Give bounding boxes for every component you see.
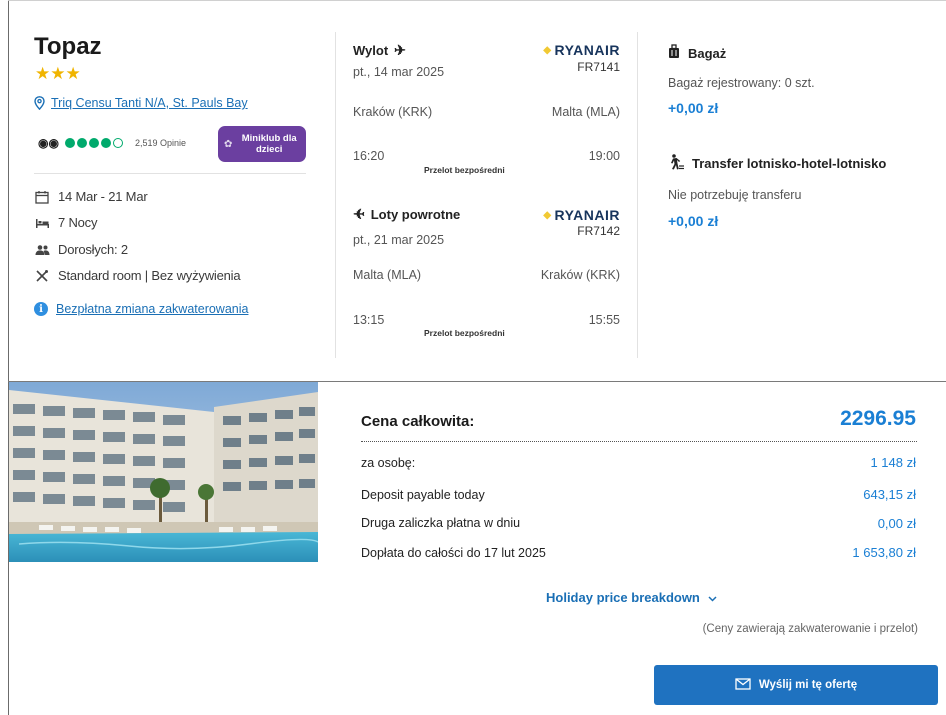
tripadvisor-owl-icon: ◉◉ <box>38 136 59 150</box>
trip-guests: Dorosłych: 2 <box>34 242 128 257</box>
rating-bubbles <box>64 138 123 148</box>
price-row-value: 643,15 zł <box>863 487 916 502</box>
plane-depart-icon: ✈ <box>394 42 406 58</box>
baggage-detail: Bagaż rejestrowany: 0 szt. <box>668 76 815 90</box>
inbound-airline-name: RYANAIR <box>554 207 620 223</box>
price-row-label: Deposit payable today <box>361 488 485 502</box>
inbound-from: Malta (MLA) <box>353 268 422 282</box>
outbound-airline: ◆ RYANAIR <box>543 42 620 58</box>
miniklub-badge: ✿ Miniklub dla dzieci <box>218 126 306 162</box>
info-icon: i <box>34 302 48 316</box>
inbound-date: pt., 21 mar 2025 <box>353 233 445 247</box>
trip-nights: 7 Nocy <box>34 215 97 230</box>
inbound-title: Loty powrotne <box>370 207 461 222</box>
hotel-divider <box>34 173 306 174</box>
rating-bubble-filled <box>76 138 87 148</box>
outbound-depart-time: 16:20 <box>353 149 385 163</box>
column-divider <box>637 32 638 358</box>
trip-nights-text: 7 Nocy <box>58 215 98 230</box>
hotel-address: Triq Censu Tanti N/A, St. Pauls Bay <box>51 96 248 110</box>
tripadvisor-rating[interactable]: ◉◉ 2,519 Opinie <box>38 136 186 150</box>
price-breakdown-toggle[interactable]: Holiday price breakdown <box>546 590 717 605</box>
chevron-down-icon <box>708 590 717 605</box>
outbound-flight-number: FR7141 <box>577 60 620 74</box>
price-row-label: Druga zaliczka płatna w dniu <box>361 516 521 530</box>
outbound-arrive-time: 19:00 <box>588 149 620 163</box>
inbound-depart-time: 13:15 <box>353 313 385 327</box>
rating-bubble-filled <box>64 138 75 148</box>
frame-top-border <box>8 0 946 1</box>
cutlery-icon <box>34 269 50 283</box>
free-change-text: Bezpłatna zmiana zakwaterowania <box>56 302 249 316</box>
bed-icon <box>34 216 50 230</box>
column-divider <box>335 32 336 358</box>
inbound-flight-type: Przelot bezpośredni <box>424 328 505 338</box>
inbound-heading: ✈ Loty powrotne <box>353 206 460 223</box>
mail-icon <box>735 677 751 693</box>
hotel-photo[interactable] <box>9 382 318 562</box>
kids-club-icon: ✿ <box>224 138 233 150</box>
price-row-label: za osobę: <box>361 456 416 470</box>
ryanair-harp-icon: ◆ <box>543 44 552 56</box>
map-pin-icon <box>34 96 45 110</box>
transfer-walker-icon <box>668 154 684 173</box>
baggage-price: +0,00 zł <box>668 100 719 116</box>
ryanair-harp-icon: ◆ <box>543 209 552 221</box>
price-divider <box>361 441 917 442</box>
luggage-icon <box>668 44 680 62</box>
price-row-label: Dopłata do całości do 17 lut 2025 <box>361 546 546 560</box>
rating-bubble-filled <box>88 138 99 148</box>
price-row-value: 1 148 zł <box>870 455 916 470</box>
price-row-value: 0,00 zł <box>877 516 916 531</box>
trip-guests-text: Dorosłych: 2 <box>58 242 128 257</box>
hotel-address-link[interactable]: Triq Censu Tanti N/A, St. Pauls Bay <box>34 96 248 110</box>
total-price-label: Cena całkowita: <box>361 413 475 430</box>
send-offer-label: Wyślij mi tę ofertę <box>758 679 858 691</box>
transfer-detail: Nie potrzebuję transferu <box>668 188 802 202</box>
trip-board-text: Standard room | Bez wyżywienia <box>58 268 241 283</box>
inbound-to: Kraków (KRK) <box>540 268 620 282</box>
inbound-arrive-time: 15:55 <box>588 313 620 327</box>
calendar-icon <box>34 190 50 204</box>
baggage-heading: Bagaż <box>668 44 726 62</box>
send-offer-button[interactable]: Wyślij mi tę ofertę <box>654 665 938 705</box>
price-breakdown-label: Holiday price breakdown <box>546 590 700 605</box>
hotel-name: Topaz <box>34 33 102 60</box>
outbound-heading: Wylot ✈ <box>353 42 406 59</box>
rating-bubble-filled <box>100 138 111 148</box>
baggage-title: Bagaż <box>688 45 727 61</box>
price-row-value: 1 653,80 zł <box>852 545 916 560</box>
inbound-airline: ◆ RYANAIR <box>543 207 620 223</box>
outbound-flight-type: Przelot bezpośredni <box>424 165 505 175</box>
transfer-heading: Transfer lotnisko-hotel-lotnisko <box>668 154 886 173</box>
rating-bubble-empty <box>112 138 123 148</box>
outbound-title: Wylot <box>353 43 389 58</box>
price-note: (Ceny zawierają zakwaterowanie i przelot… <box>702 623 918 635</box>
miniklub-label: Miniklub dla dzieci <box>241 133 297 155</box>
outbound-from: Kraków (KRK) <box>353 105 433 119</box>
total-price-value: 2296.95 <box>840 407 916 430</box>
outbound-airline-name: RYANAIR <box>554 42 620 58</box>
outbound-to: Malta (MLA) <box>551 105 620 119</box>
trip-dates: 14 Mar - 21 Mar <box>34 189 148 204</box>
transfer-title: Transfer lotnisko-hotel-lotnisko <box>692 156 887 171</box>
transfer-price: +0,00 zł <box>668 213 719 229</box>
plane-return-icon: ✈ <box>353 206 365 222</box>
free-change-link[interactable]: i Bezpłatna zmiana zakwaterowania <box>34 302 248 316</box>
people-icon <box>34 243 50 257</box>
review-count: 2,519 Opinie <box>134 138 186 148</box>
trip-board: Standard room | Bez wyżywienia <box>34 268 241 283</box>
trip-dates-text: 14 Mar - 21 Mar <box>58 189 148 204</box>
outbound-date: pt., 14 mar 2025 <box>353 65 445 79</box>
inbound-flight-number: FR7142 <box>577 224 620 238</box>
hotel-stars: ★★★ <box>35 64 81 83</box>
frame-border <box>8 0 9 715</box>
